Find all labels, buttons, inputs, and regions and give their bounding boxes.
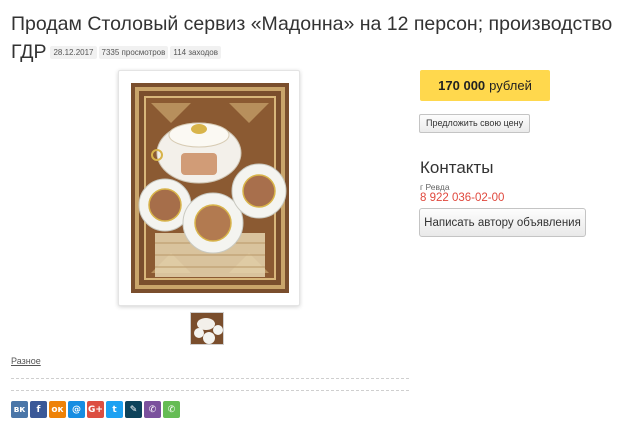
main-photo-frame[interactable] [118,70,300,306]
photo-thumbnail[interactable] [190,312,224,345]
listing-meta: 28.12.2017 7335 просмотров 114 заходов [50,37,223,62]
viber-icon[interactable]: ✆ [144,401,161,418]
listing-title: Продам Столовый сервиз «Мадонна» на 12 п… [11,12,631,65]
contact-phone[interactable]: 8 922 036-02-00 [420,192,504,204]
main-photo[interactable] [131,83,289,293]
whatsapp-icon[interactable]: ✆ [163,401,180,418]
write-author-button[interactable]: Написать автору объявления [419,208,586,237]
listing-date: 28.12.2017 [50,46,97,59]
twitter-icon[interactable]: t [106,401,123,418]
livejournal-icon[interactable]: ✎ [125,401,142,418]
listing-visits: 114 заходов [170,46,222,59]
facebook-icon[interactable]: f [30,401,47,418]
share-buttons: вк f ок @ G+ t ✎ ✆ ✆ [11,401,180,418]
price-box: 170 000 рублей [420,70,550,101]
vk-icon[interactable]: вк [11,401,28,418]
price-currency: рублей [489,78,532,93]
offer-price-button[interactable]: Предложить свою цену [419,114,531,133]
price-amount: 170 000 [438,78,486,93]
googleplus-icon[interactable]: G+ [87,401,104,418]
divider [11,378,409,379]
moimir-icon[interactable]: @ [68,401,85,418]
divider [11,390,409,391]
contact-city: г Ревда [420,182,450,192]
category-link[interactable]: Разное [11,356,41,366]
odnoklassniki-icon[interactable]: ок [49,401,66,418]
contacts-heading: Контакты [420,158,494,177]
listing-views: 7335 просмотров [98,46,169,59]
